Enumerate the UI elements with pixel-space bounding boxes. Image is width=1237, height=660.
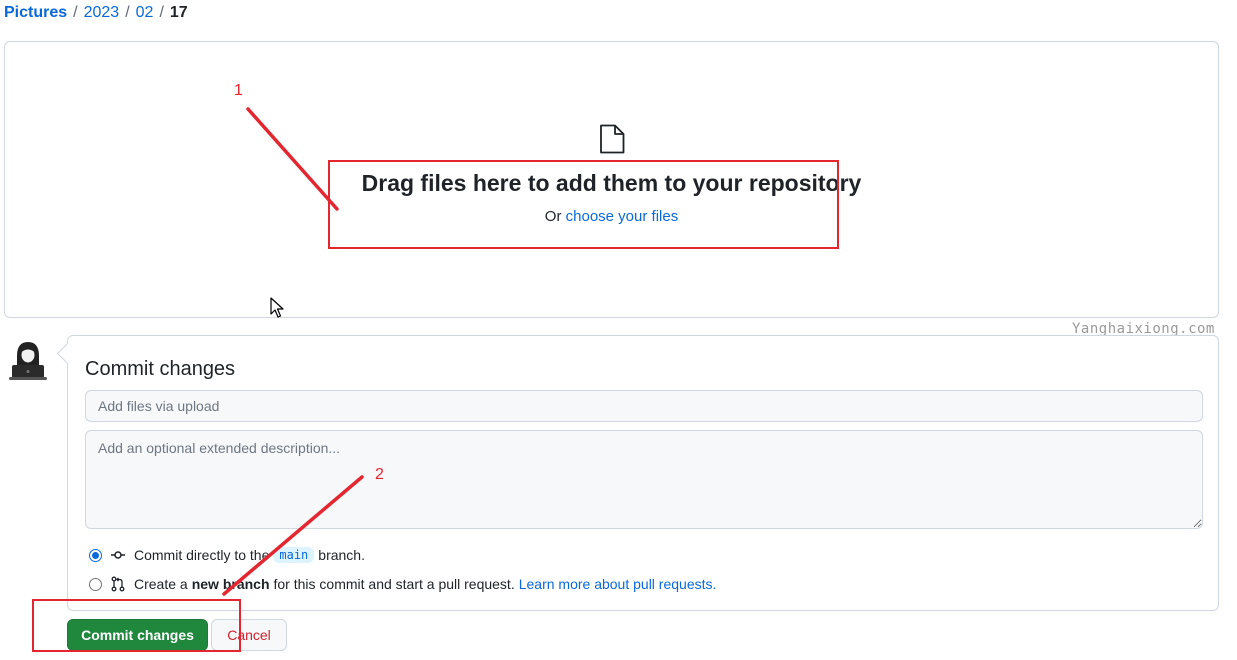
commit-direct-text: Commit directly to the — [134, 547, 270, 563]
commit-description-textarea[interactable] — [85, 430, 1203, 529]
cancel-button[interactable]: Cancel — [211, 619, 287, 651]
new-branch-text: Create a — [134, 576, 188, 592]
git-pull-request-icon — [111, 576, 125, 592]
new-branch-radio[interactable] — [89, 577, 102, 591]
mouse-cursor-icon — [270, 297, 284, 318]
breadcrumb-separator: / — [73, 4, 78, 21]
git-commit-icon — [111, 551, 125, 559]
upload-page: Pictures / 2023 / 02 / 17 Drag files her… — [0, 0, 1237, 660]
file-icon — [600, 124, 625, 154]
drop-zone-title: Drag files here to add them to your repo… — [361, 170, 862, 196]
commit-summary-input[interactable] — [85, 390, 1203, 422]
commit-direct-radio[interactable] — [89, 548, 102, 562]
avatar[interactable] — [8, 338, 48, 382]
drop-zone-subtitle: Or choose your files — [5, 208, 1218, 225]
choose-files-link[interactable]: choose your files — [566, 208, 679, 225]
learn-more-pull-requests-link[interactable]: Learn more about pull requests. — [519, 576, 717, 592]
breadcrumb-current: 17 — [169, 4, 188, 21]
new-branch-bold-text: new branch — [191, 576, 270, 592]
breadcrumb-root-link[interactable]: Pictures — [4, 4, 67, 22]
annotation-label-1: 1 — [234, 82, 243, 99]
breadcrumb-link-02[interactable]: 02 — [136, 4, 154, 22]
annotation-label-2: 2 — [375, 466, 384, 483]
breadcrumb: Pictures / 2023 / 02 / 17 — [4, 4, 188, 22]
drop-zone-or-text: Or — [544, 208, 562, 225]
commit-direct-text-after: branch. — [318, 547, 365, 563]
file-drop-zone[interactable]: Drag files here to add them to your repo… — [4, 41, 1219, 318]
new-branch-option[interactable]: Create a new branch for this commit and … — [89, 576, 716, 592]
breadcrumb-link-2023[interactable]: 2023 — [84, 4, 120, 22]
breadcrumb-separator: / — [159, 4, 164, 21]
commit-form: Commit changes Commit directly to the ma… — [67, 335, 1219, 611]
breadcrumb-separator: / — [125, 4, 130, 21]
commit-direct-option[interactable]: Commit directly to the main branch. — [89, 547, 365, 563]
commit-form-title: Commit changes — [85, 358, 236, 380]
branch-name-badge: main — [273, 547, 315, 563]
new-branch-text-after: for this commit and start a pull request… — [273, 576, 515, 592]
commit-changes-button[interactable]: Commit changes — [67, 619, 208, 651]
